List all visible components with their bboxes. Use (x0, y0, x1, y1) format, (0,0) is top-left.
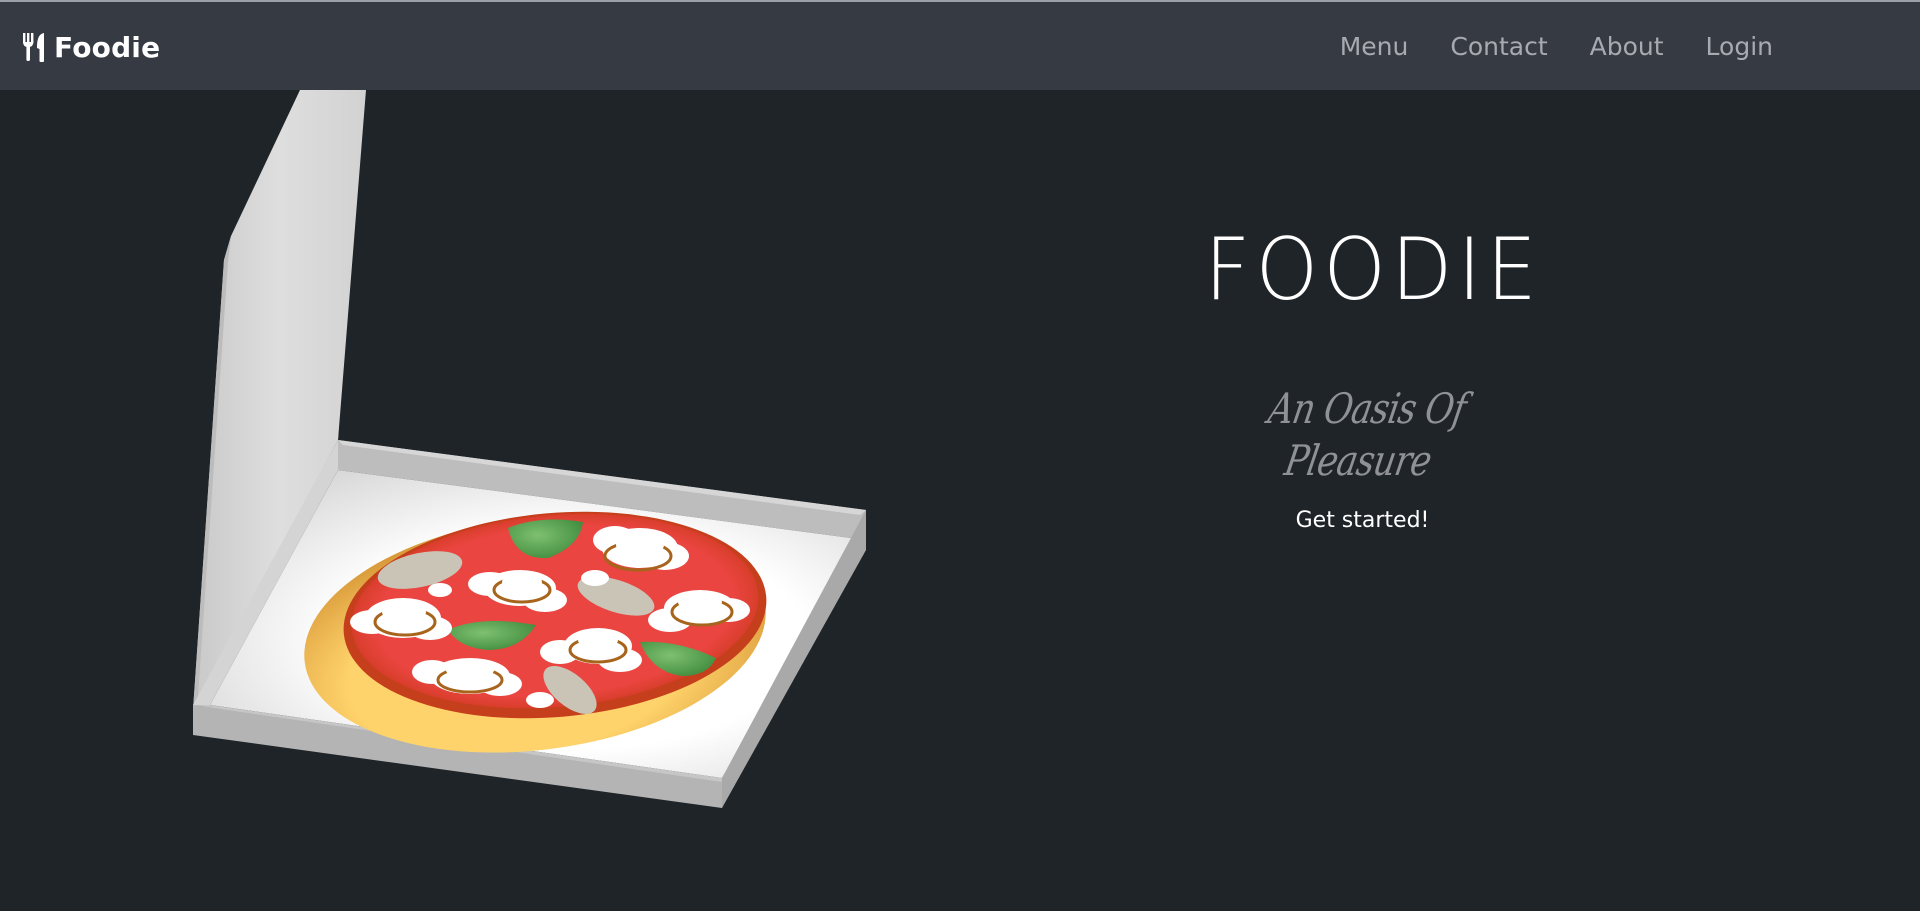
hero-text: FOODIE An Oasis Of Pleasure Get started! (1190, 220, 1537, 536)
hero-title-text: FOODIE (1204, 220, 1543, 320)
hero-title: FOODIE (1190, 220, 1537, 320)
pizza-box-illustration (0, 90, 900, 815)
nav-link-login[interactable]: Login (1706, 30, 1773, 64)
brand-name: Foodie (54, 30, 161, 64)
brand-link[interactable]: Foodie (22, 29, 160, 65)
utensils-icon (22, 32, 46, 62)
nav-link-menu[interactable]: Menu (1340, 30, 1409, 64)
nav-links: Menu Contact About Login (1340, 30, 1773, 64)
hero-tagline: An Oasis Of Pleasure (1264, 384, 1470, 485)
nav-link-about[interactable]: About (1590, 30, 1664, 64)
navbar: Foodie Menu Contact About Login (0, 2, 1920, 90)
nav-link-contact[interactable]: Contact (1450, 30, 1547, 64)
get-started-link[interactable]: Get started! (1296, 506, 1430, 536)
